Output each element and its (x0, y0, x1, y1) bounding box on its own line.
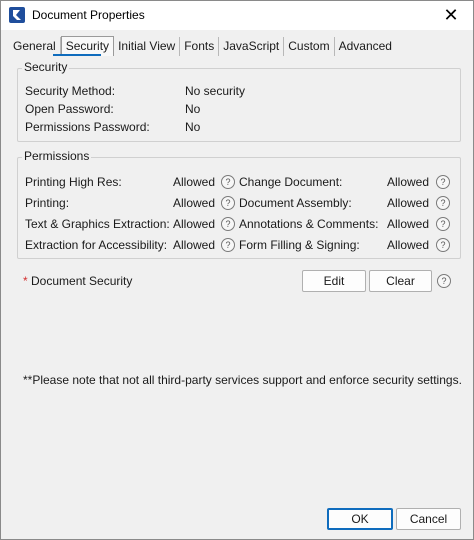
dialog-window: Document Properties ✕ General Security I… (0, 0, 474, 540)
edit-button[interactable]: Edit (302, 270, 366, 292)
help-icon[interactable]: ? (221, 175, 235, 189)
security-group-title: Security (22, 60, 70, 74)
document-security-text: Document Security (31, 274, 133, 288)
permissions-group-title: Permissions (22, 149, 92, 163)
permission-value: Allowed (173, 175, 216, 189)
tab-javascript[interactable]: JavaScript (219, 37, 285, 56)
security-note: **Please note that not all third-party s… (23, 373, 462, 387)
open-password-value: No (185, 102, 201, 116)
permission-value: Allowed (387, 175, 430, 189)
permission-value: Allowed (173, 217, 216, 231)
tab-security[interactable]: Security (60, 36, 115, 56)
security-method-label: Security Method: (25, 84, 116, 98)
help-icon[interactable]: ? (436, 217, 450, 231)
permission-label: Extraction for Accessibility: (25, 238, 168, 252)
permission-label: Text & Graphics Extraction: (25, 217, 170, 231)
permission-label: Document Assembly: (239, 196, 352, 210)
tab-initial-view[interactable]: Initial View (114, 37, 181, 56)
help-icon[interactable]: ? (436, 238, 450, 252)
permissions-password-value: No (185, 120, 201, 134)
help-icon[interactable]: ? (436, 175, 450, 189)
tab-advanced[interactable]: Advanced (335, 37, 396, 56)
ok-button[interactable]: OK (327, 508, 393, 530)
permission-label: Printing High Res: (25, 175, 122, 189)
close-icon[interactable]: ✕ (429, 1, 473, 30)
help-icon[interactable]: ? (221, 217, 235, 231)
tab-custom[interactable]: Custom (284, 37, 335, 56)
help-icon[interactable]: ? (221, 238, 235, 252)
permissions-password-label: Permissions Password: (25, 120, 150, 134)
permission-label: Printing: (25, 196, 70, 210)
permission-value: Allowed (387, 196, 430, 210)
clear-button[interactable]: Clear (369, 270, 432, 292)
permission-label: Form Filling & Signing: (239, 238, 360, 252)
permission-value: Allowed (173, 196, 216, 210)
security-method-value: No security (185, 84, 246, 98)
cancel-button[interactable]: Cancel (396, 508, 461, 530)
permission-label: Annotations & Comments: (239, 217, 379, 231)
app-logo-icon (9, 7, 25, 23)
tab-fonts[interactable]: Fonts (180, 37, 220, 56)
help-icon[interactable]: ? (437, 274, 451, 288)
permission-value: Allowed (387, 238, 430, 252)
permissions-group: Permissions Printing High Res: Allowed ?… (17, 149, 461, 259)
window-title: Document Properties (32, 8, 145, 22)
help-icon[interactable]: ? (221, 196, 235, 210)
title-bar: Document Properties ✕ (1, 1, 473, 30)
security-group: Security Security Method: No security Op… (17, 60, 461, 142)
permission-value: Allowed (387, 217, 430, 231)
help-icon[interactable]: ? (436, 196, 450, 210)
active-tab-indicator (53, 54, 101, 56)
required-asterisk: * (23, 274, 28, 288)
document-security-label: * Document Security (23, 274, 132, 288)
permission-label: Change Document: (239, 175, 343, 189)
tab-bar: General Security Initial View Fonts Java… (9, 36, 396, 56)
open-password-label: Open Password: (25, 102, 114, 116)
permission-value: Allowed (173, 238, 216, 252)
